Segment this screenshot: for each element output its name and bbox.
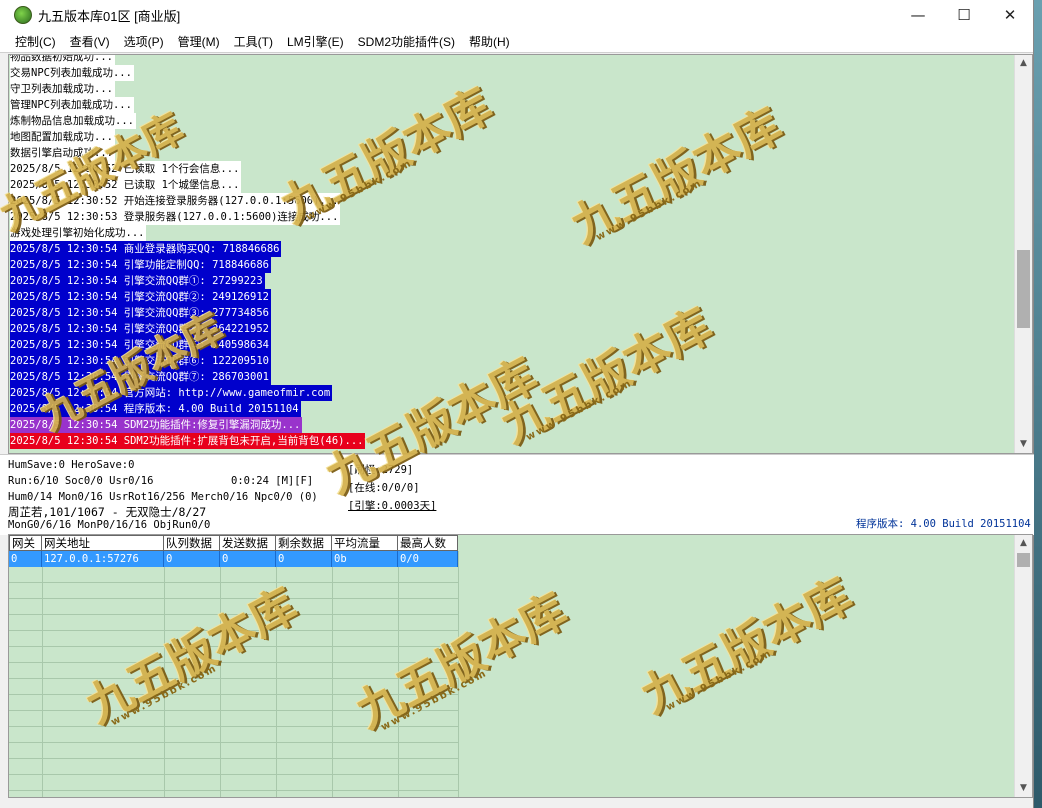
log-line: 2025/8/5 12:30:54 程序版本: 4.00 Build 20151… (10, 401, 301, 417)
log-line: 2025/8/5 12:30:54 商业登录器购买QQ: 718846686 (10, 241, 282, 257)
minimize-button[interactable]: — (895, 0, 941, 30)
maximize-button[interactable]: ☐ (941, 0, 987, 30)
log-line: 管理NPC列表加载成功... (10, 97, 134, 113)
grid-divider (458, 551, 459, 797)
grid-divider (164, 551, 165, 797)
log-lines: 物品数据初始成功... 交易NPC列表加载成功... 守卫列表加载成功... 管理NP… (10, 55, 366, 449)
log-line: 炼制物品信息加载成功... (10, 113, 136, 129)
server-window: 九五版本库01区 [商业版] — ☐ ✕ 控制(C) 查看(V) 选项(P) 管… (0, 0, 1034, 808)
log-line: 2025/8/5 12:30:52 开始连接登录服务器(127.0.0.1:56… (10, 193, 341, 209)
status-panel: HumSave:0 HeroSave:0 Run:6/10 Soc0/0 Usr… (0, 454, 1034, 535)
column-header[interactable]: 队列数据 (164, 535, 220, 551)
grid-background (9, 567, 459, 797)
log-line: 2025/8/5 12:30:54 引擎交流QQ群④: 264221952 (10, 321, 271, 337)
log-line: 2025/8/5 12:30:54 引擎交流QQ群②: 249126912 (10, 289, 271, 305)
status-version: 程序版本: 4.00 Build 20151104 (856, 518, 1031, 530)
log-scrollbar[interactable]: ▲ ▼ (1014, 55, 1032, 453)
table-row[interactable]: 0 127.0.0.1:57276 0 0 0 0b 0/0 (9, 551, 458, 567)
grid-scrollbar[interactable]: ▲ ▼ (1014, 535, 1032, 797)
grid-divider (332, 551, 333, 797)
log-line: 2025/8/5 12:30:54 引擎交流QQ群⑥: 122209510 (10, 353, 271, 369)
log-line: 数据引擎启动成功... (10, 145, 115, 161)
table-cell: 0/0 (398, 551, 458, 567)
log-line: 2025/8/5 12:30:54 SDM2功能插件:扩展背包未开启,当前背包(… (10, 433, 366, 449)
column-header[interactable]: 剩余数据 (276, 535, 332, 551)
menu-bar: 控制(C) 查看(V) 选项(P) 管理(M) 工具(T) LM引擎(E) SD… (0, 30, 1033, 53)
scroll-down-icon[interactable]: ▼ (1015, 436, 1032, 453)
window-title: 九五版本库01区 [商业版] (38, 8, 181, 24)
column-header[interactable]: 发送数据 (220, 535, 276, 551)
status-run: Run:6/10 Soc0/0 Usr0/16 (8, 475, 154, 487)
menu-view[interactable]: 查看(V) (63, 33, 117, 50)
close-icon: ✕ (1003, 6, 1017, 24)
log-line: 游戏处理引擎初始化成功... (10, 225, 147, 241)
log-line: 2025/8/5 12:30:54 引擎交流QQ群③: 277734856 (10, 305, 271, 321)
table-cell: 0b (332, 551, 398, 567)
log-line: 物品数据初始成功... (10, 55, 115, 65)
menu-options[interactable]: 选项(P) (117, 33, 171, 50)
log-scroll-thumb[interactable] (1017, 250, 1030, 328)
gateway-grid[interactable]: 网关 网关地址 队列数据 发送数据 剩余数据 平均流量 最高人数 0 127.0.0.1:57… (8, 534, 1033, 798)
table-cell: 0 (164, 551, 220, 567)
app-icon (14, 6, 32, 24)
log-line: 2025/8/5 12:30:54 引擎功能定制QQ: 718846686 (10, 257, 271, 273)
menu-sdm2-plugin[interactable]: SDM2功能插件(S) (351, 33, 462, 50)
status-hum: Hum0/14 Mon0/16 UsrRot16/256 Merch0/16 N… (8, 491, 318, 503)
grid-divider (398, 551, 399, 797)
grid-scroll-thumb[interactable] (1017, 553, 1030, 567)
column-header[interactable]: 平均流量 (332, 535, 398, 551)
minimize-icon: — (910, 6, 926, 24)
log-line: 2025/8/5 12:30:54 引擎交流QQ群①: 27299223 (10, 273, 265, 289)
log-line: 2025/8/5 12:30:54 引擎交流QQ群⑤: 140598634 (10, 337, 271, 353)
log-line: 2025/8/5 12:30:53 登录服务器(127.0.0.1:5600)连… (10, 209, 341, 225)
scroll-up-icon[interactable]: ▲ (1015, 55, 1032, 72)
log-line: 2025/8/5 12:30:54 官方网站: http://www.gameo… (10, 385, 333, 401)
grid-divider (42, 551, 43, 797)
grid-header: 网关 网关地址 队列数据 发送数据 剩余数据 平均流量 最高人数 (9, 535, 458, 551)
close-button[interactable]: ✕ (987, 0, 1033, 30)
log-line: 地图配置加载成功... (10, 129, 115, 145)
menu-lm-engine[interactable]: LM引擎(E) (280, 33, 351, 50)
table-cell: 0 (9, 551, 42, 567)
log-pane[interactable]: 物品数据初始成功... 交易NPC列表加载成功... 守卫列表加载成功... 管理NP… (8, 54, 1033, 454)
log-line: 2025/8/5 12:30:52 已读取 1个城堡信息... (10, 177, 242, 193)
log-line: 2025/8/5 12:30:52 已读取 1个行会信息... (10, 161, 242, 177)
column-header[interactable]: 网关地址 (42, 535, 164, 551)
status-mon: MonG0/6/16 MonP0/16/16 ObjRun0/0 (8, 519, 211, 531)
table-cell: 0 (276, 551, 332, 567)
log-line: 2025/8/5 12:30:54 引擎交流QQ群⑦: 286703001 (10, 369, 271, 385)
status-player: 周芷若,101/1067 - 无双隐士/8/27 (8, 505, 207, 519)
table-cell: 0 (220, 551, 276, 567)
menu-manage[interactable]: 管理(M) (171, 33, 227, 50)
status-online: [在线:0/0/0] (348, 482, 420, 494)
menu-tools[interactable]: 工具(T) (227, 33, 280, 50)
status-monsters: [刷怪:2729] (348, 464, 414, 476)
maximize-icon: ☐ (957, 6, 971, 24)
desktop-edge (1034, 0, 1042, 808)
column-header[interactable]: 最高人数 (398, 535, 458, 551)
grid-divider (276, 551, 277, 797)
grid-scroll-down-icon[interactable]: ▼ (1015, 780, 1032, 797)
title-bar[interactable]: 九五版本库01区 [商业版] — ☐ ✕ (0, 0, 1033, 30)
grid-scroll-up-icon[interactable]: ▲ (1015, 535, 1032, 552)
log-line: 守卫列表加载成功... (10, 81, 115, 97)
menu-control[interactable]: 控制(C) (8, 33, 63, 50)
column-header[interactable]: 网关 (9, 535, 42, 551)
table-cell: 127.0.0.1:57276 (42, 551, 164, 567)
status-engine[interactable]: [引擎:0.0003天] (348, 498, 436, 513)
status-save: HumSave:0 HeroSave:0 (8, 459, 135, 471)
log-line: 2025/8/5 12:30:54 SDM2功能插件:修复引擎漏洞成功... (10, 417, 303, 433)
status-timer: 0:0:24 [M][F] (231, 475, 314, 487)
log-line: 交易NPC列表加载成功... (10, 65, 134, 81)
grid-divider (220, 551, 221, 797)
menu-help[interactable]: 帮助(H) (462, 33, 517, 50)
